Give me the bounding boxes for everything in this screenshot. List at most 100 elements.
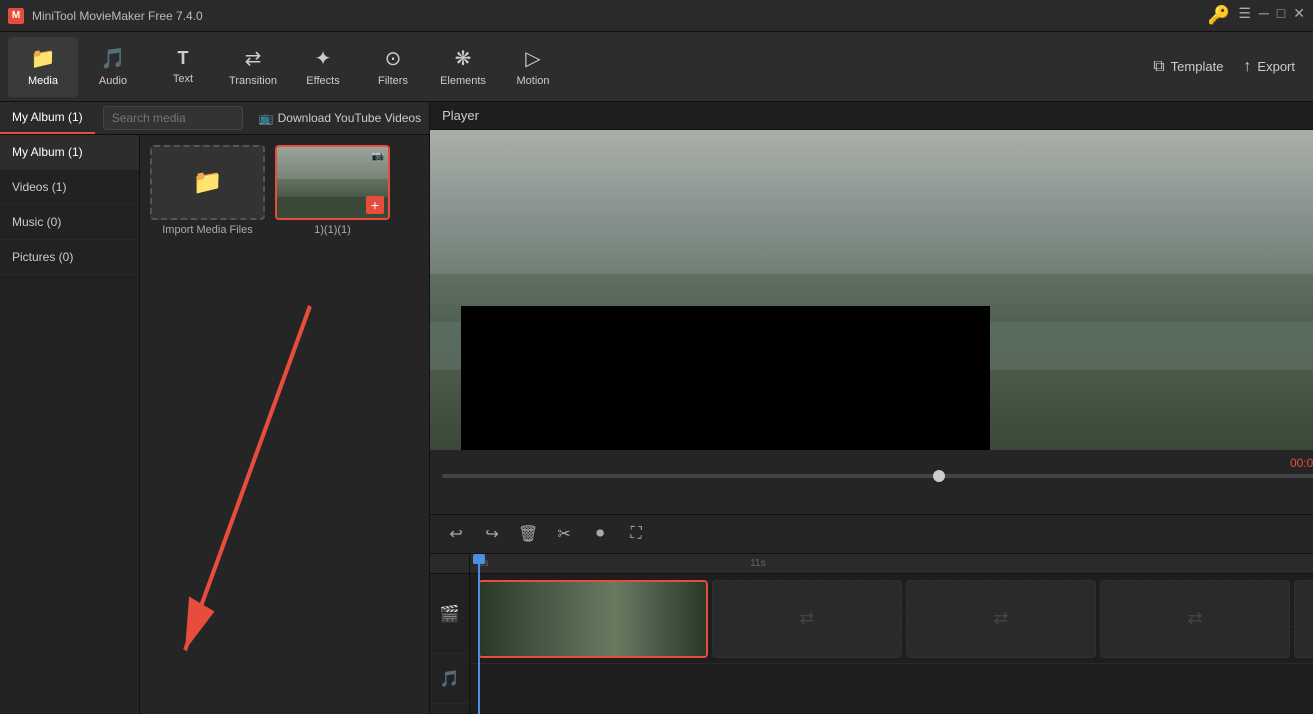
add-icon: + (366, 196, 384, 214)
toolbar-text[interactable]: T Text (148, 37, 218, 97)
player-label: Player (442, 108, 479, 123)
filters-icon: ⊙ (385, 46, 402, 71)
menu-icon[interactable]: ☰ (1238, 5, 1251, 26)
track-area: 🎬 🎵 0s 11s (430, 554, 1313, 714)
sidebar-item-my-album[interactable]: My Album (1) (0, 135, 139, 170)
toolbar-audio[interactable]: 🎵 Audio (78, 37, 148, 97)
export-label: Export (1257, 59, 1295, 74)
video-label: 1)(1)(1) (314, 224, 351, 236)
effects-icon: ✦ (315, 46, 332, 71)
maximize-button[interactable]: □ (1277, 5, 1285, 26)
player-video (430, 130, 1313, 450)
transition-block-4: ⇄ (1294, 580, 1313, 658)
playhead-head (473, 554, 485, 564)
media-grid: 📁 Import Media Files 📷 (140, 135, 429, 714)
video-track: ⇄ ⇄ ⇄ ⇄ ⇄ (470, 574, 1313, 664)
delete-button[interactable]: 🗑 (514, 520, 542, 548)
video-track-icon: 🎬 (430, 574, 469, 654)
sidebar-item-music[interactable]: Music (0) (0, 205, 139, 240)
video-sky (430, 130, 1313, 290)
tab-my-album[interactable]: My Album (1) (0, 102, 95, 134)
title-bar: M MiniTool MovieMaker Free 7.4.0 🔑 ☰ ─ □… (0, 0, 1313, 32)
music-note-icon: 🎵 (440, 669, 460, 689)
ruler-mark-11s: 11s (750, 558, 765, 569)
toolbar-media[interactable]: 📁 Media (8, 37, 78, 97)
search-area (95, 102, 251, 134)
camera-icon: 📷 (372, 151, 384, 162)
export-button[interactable]: ↑ Export (1233, 52, 1305, 82)
sidebar-item-pictures[interactable]: Pictures (0) (0, 240, 139, 275)
preview-black-box (461, 306, 990, 450)
audio-track (470, 664, 1313, 714)
close-button[interactable]: ✕ (1293, 5, 1305, 26)
toolbar-transition-label: Transition (229, 75, 277, 87)
video-media-item[interactable]: 📷 + 1)(1)(1) (275, 145, 390, 236)
window-controls: 🔑 ☰ ─ □ ✕ (1208, 5, 1305, 26)
playhead (478, 554, 480, 714)
text-icon: T (178, 48, 189, 69)
crop-button[interactable]: ⛶ (622, 520, 650, 548)
time-current: 00:00:00:00 (1290, 456, 1313, 470)
toolbar-transition[interactable]: ⇄ Transition (218, 37, 288, 97)
player-right-top: Player 00:00:00:00 (430, 102, 1313, 514)
transition-icon: ⇄ (245, 46, 262, 71)
app-title: MiniTool MovieMaker Free 7.4.0 (32, 9, 1200, 23)
import-media-item[interactable]: 📁 Import Media Files (150, 145, 265, 236)
undo-button[interactable]: ↩ (442, 520, 470, 548)
youtube-icon: 📺 (259, 111, 274, 125)
transition-block-2: ⇄ (906, 580, 1096, 658)
cut-button[interactable]: ✂ (550, 520, 578, 548)
elements-icon: ❋ (455, 46, 472, 71)
progress-thumb[interactable] (933, 470, 945, 482)
main-toolbar: 📁 Media 🎵 Audio T Text ⇄ Transition ✦ Ef… (0, 32, 1313, 102)
sidebar-music-label: Music (0) (12, 215, 61, 229)
toolbar-motion[interactable]: ▷ Motion (498, 37, 568, 97)
sidebar-videos-label: Videos (1) (12, 180, 66, 194)
transition-block-3: ⇄ (1100, 580, 1290, 658)
track-icons: 🎬 🎵 (430, 554, 470, 714)
sidebar-item-videos[interactable]: Videos (1) (0, 170, 139, 205)
minimize-icon[interactable]: 🔑 (1208, 5, 1230, 26)
toolbar-media-label: Media (28, 75, 58, 87)
audio-icon: 🎵 (101, 46, 126, 71)
player-time: 00:00:00:00 / 00:00:10:24 (442, 456, 1313, 470)
ruler-corner (430, 554, 469, 574)
template-layers-icon: ⧉ (1153, 58, 1164, 76)
video-clip[interactable] (478, 580, 708, 658)
toolbar-elements-label: Elements (440, 75, 486, 87)
timeline-ruler: 0s 11s (470, 554, 1313, 574)
track-content: 0s 11s (470, 554, 1313, 714)
template-button[interactable]: ⧉ Template (1143, 52, 1233, 82)
sidebar-my-album-label: My Album (1) (12, 145, 83, 159)
import-label: Import Media Files (162, 224, 252, 236)
player-progress[interactable] (442, 474, 1313, 478)
toolbar-filters[interactable]: ⊙ Filters (358, 37, 428, 97)
search-input[interactable] (103, 106, 243, 130)
minimize-button[interactable]: ─ (1259, 5, 1269, 26)
player-bottom: 16:9 9:16 4:3 1:1 ⛶ (442, 484, 1313, 508)
player-right: Player 00:00:00:00 (430, 102, 1313, 714)
app-container: M MiniTool MovieMaker Free 7.4.0 🔑 ☰ ─ □… (0, 0, 1313, 714)
left-panel-tabs: My Album (1) 📺 Download YouTube Videos (0, 102, 429, 135)
timeline: ↩ ↪ 🗑 ✂ ⏺ ⛶ ─ + (430, 514, 1313, 714)
redo-button[interactable]: ↪ (478, 520, 506, 548)
toolbar-text-label: Text (173, 73, 193, 85)
toolbar-effects-label: Effects (306, 75, 339, 87)
folder-icon: 📁 (193, 168, 223, 197)
clip-thumbnail (480, 582, 706, 656)
left-content: My Album (1) Videos (1) Music (0) Pictur… (0, 135, 429, 714)
film-icon: 🎬 (440, 604, 460, 624)
record-button[interactable]: ⏺ (586, 520, 614, 548)
template-label: Template (1171, 59, 1224, 74)
transition-blocks: ⇄ ⇄ ⇄ ⇄ ⇄ (712, 580, 1313, 658)
player-header: Player (430, 102, 1313, 130)
download-youtube-button[interactable]: 📺 Download YouTube Videos (251, 102, 429, 134)
toolbar-motion-label: Motion (516, 75, 549, 87)
toolbar-filters-label: Filters (378, 75, 408, 87)
media-icon: 📁 (31, 46, 56, 71)
player-controls: 00:00:00:00 / 00:00:10:24 16:9 9:16 (430, 450, 1313, 514)
download-label: Download YouTube Videos (278, 111, 421, 125)
toolbar-effects[interactable]: ✦ Effects (288, 37, 358, 97)
toolbar-elements[interactable]: ❋ Elements (428, 37, 498, 97)
app-logo: M (8, 8, 24, 24)
